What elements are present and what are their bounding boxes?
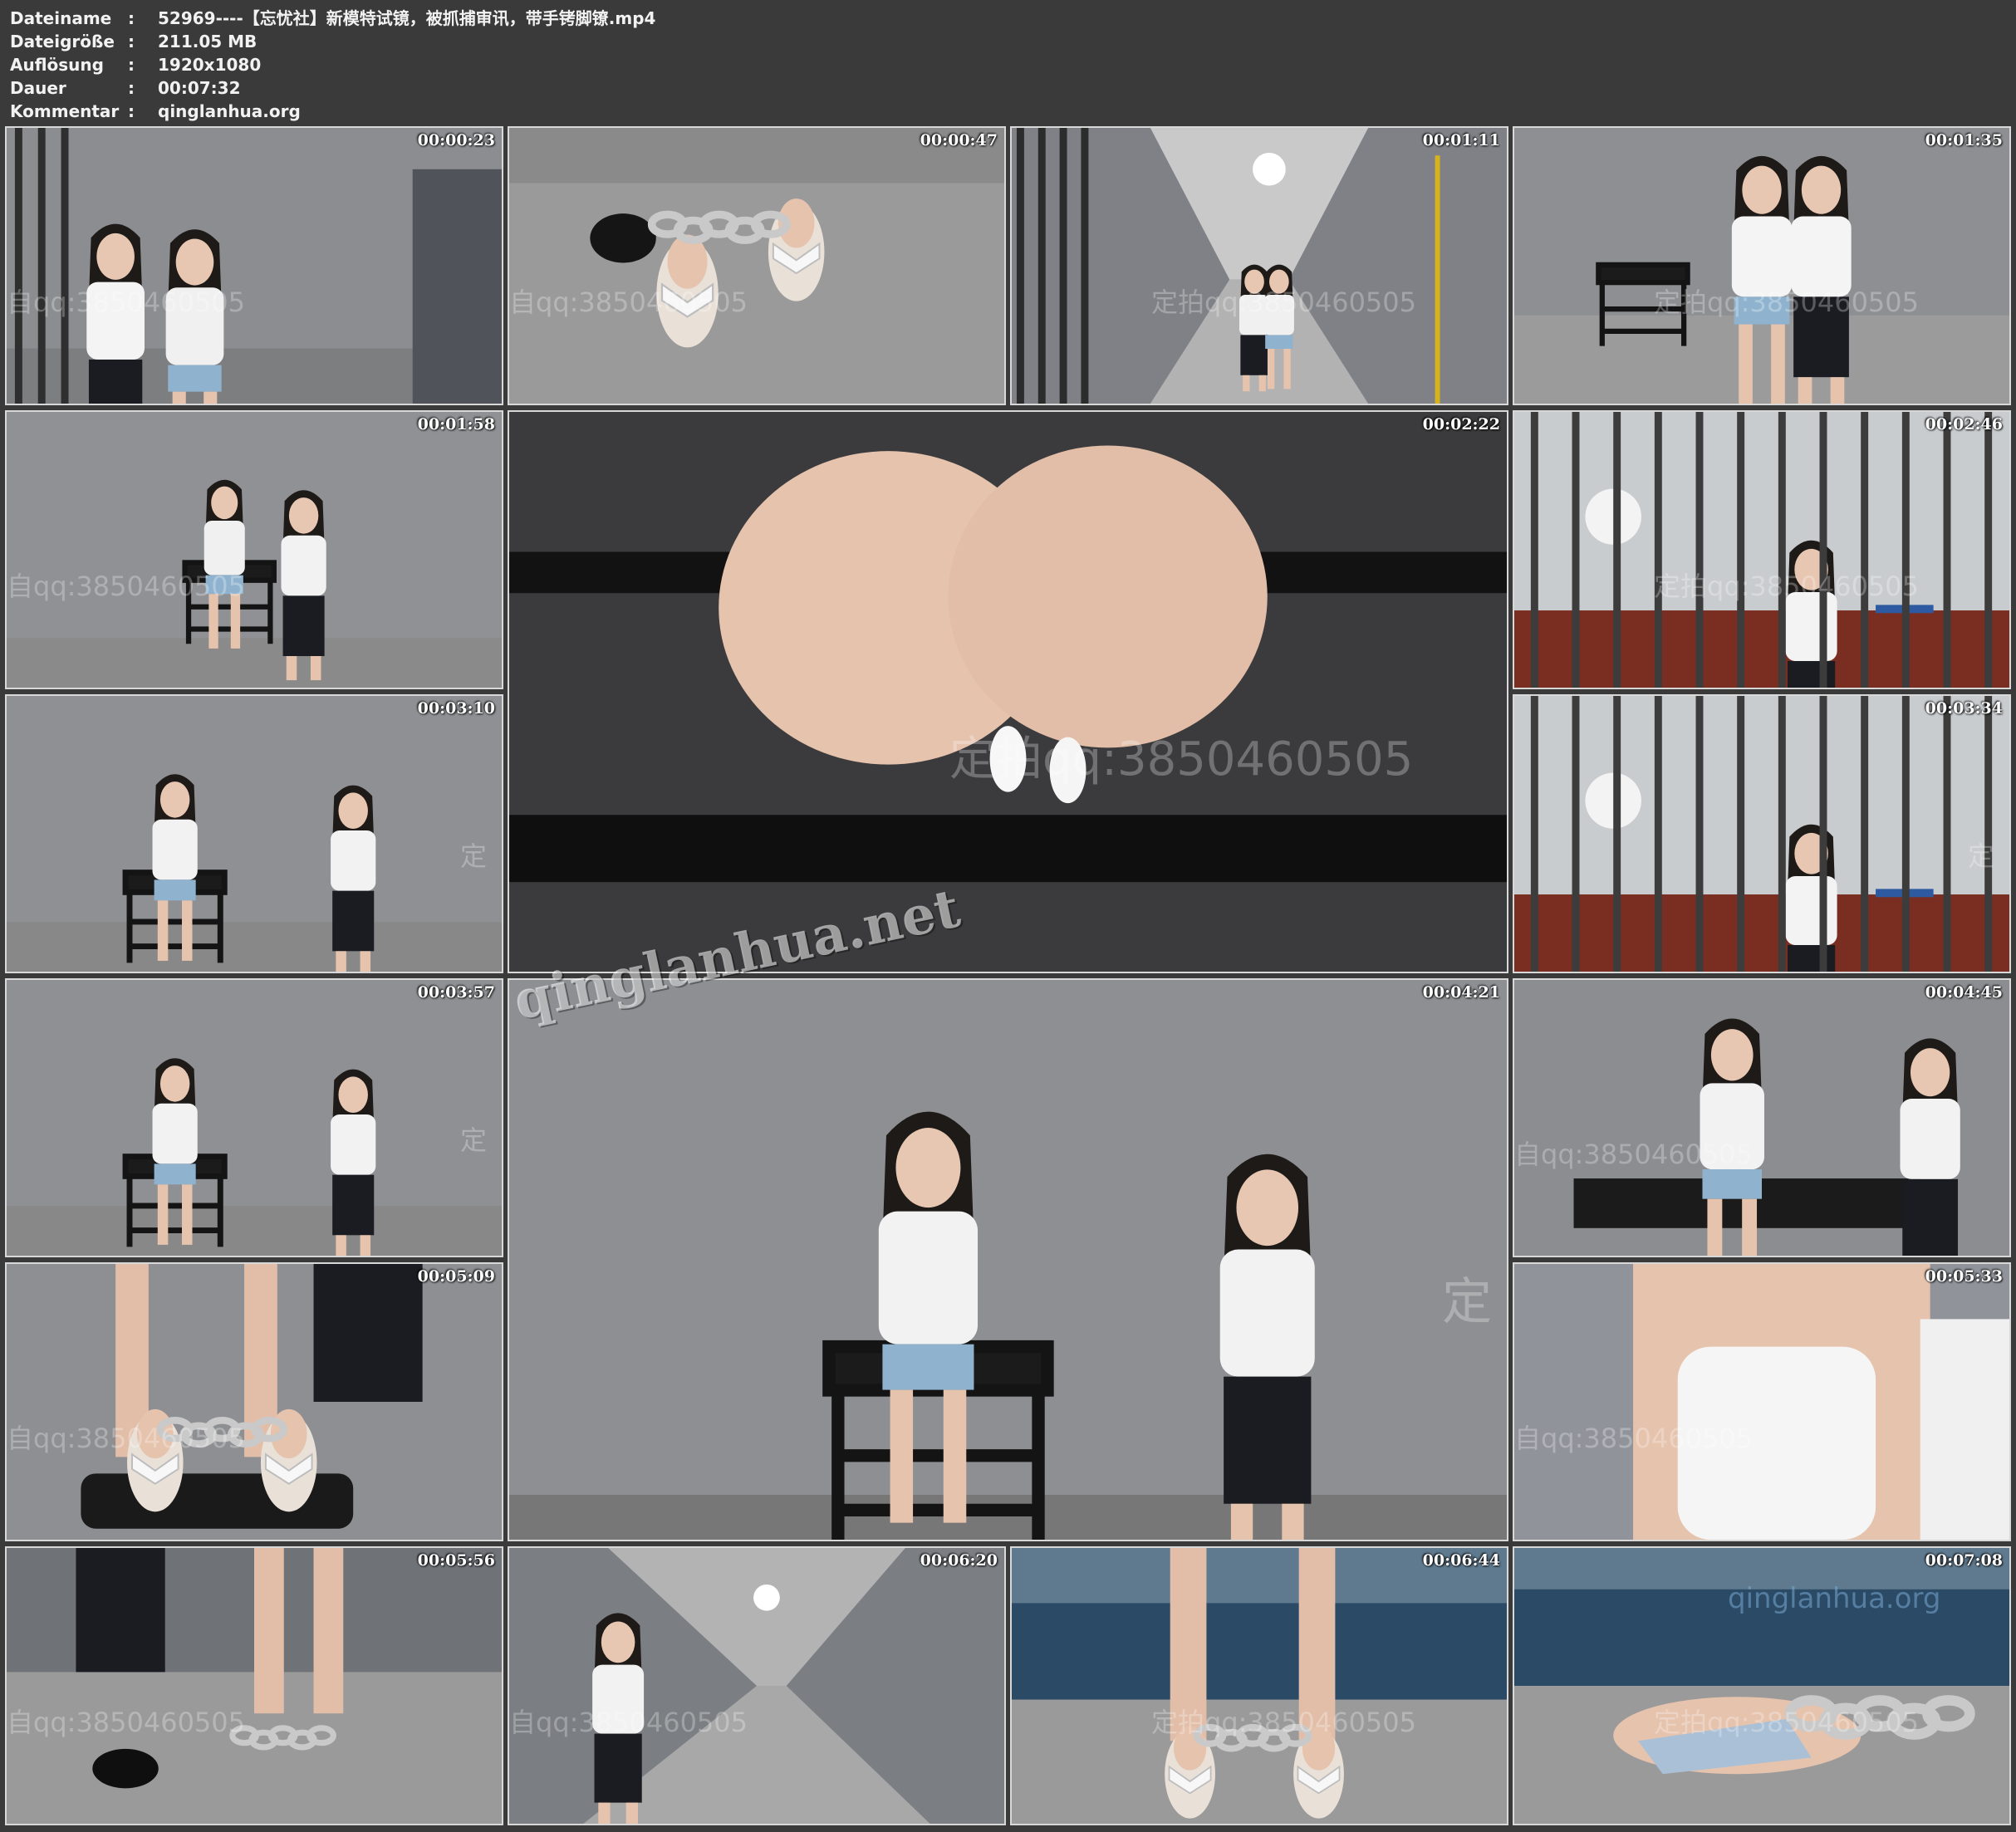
meta-row-resolution: Auflösung: 1920x1080 <box>10 53 261 76</box>
thumbnail-timestamp: 00:02:46 <box>1925 415 2003 434</box>
thumbnail-scene-image <box>1514 412 2009 688</box>
thumbnail-scene-image <box>7 980 502 1256</box>
thumbnail-watermark: 定 <box>1967 840 1994 872</box>
meta-label: Dateiname <box>10 8 112 28</box>
thumbnail-timestamp: 00:04:21 <box>1422 983 1500 1002</box>
thumbnail-frame: 定 00:04:21 <box>508 978 1508 1541</box>
thumbnail-watermark: 定拍qq:3850460505 <box>1151 1707 1417 1738</box>
thumbnail-watermark: 自qq:3850460505 <box>7 1707 246 1738</box>
thumbnail-timestamp: 00:03:10 <box>417 699 495 718</box>
thumbnail-scene-image <box>7 1548 502 1824</box>
meta-row-comment: Kommentar: qinglanhua.org <box>10 100 301 123</box>
meta-colon: : <box>128 8 135 28</box>
thumbnail-grid: 自qq:3850460505 00:00:23 自qq:3850460505 00:… <box>0 125 2016 1832</box>
thumbnail-scene-image <box>1514 1264 2009 1540</box>
thumbnail-frame: 定拍qq:3850460505 00:06:44 <box>1010 1546 1508 1825</box>
thumbnail-watermark: 自qq:3850460505 <box>509 1707 748 1738</box>
thumbnail-scene-image <box>509 1548 1004 1824</box>
thumbnail-frame: 自qq:3850460505 00:04:45 <box>1513 978 2011 1257</box>
metadata-header: Dateiname: 52969----【忘忧社】新模特试镜，被抓捕审讯，带手铐脚… <box>0 0 2016 125</box>
thumbnail-watermark: 自qq:3850460505 <box>1514 1139 1754 1170</box>
meta-row-duration: Dauer: 00:07:32 <box>10 76 241 100</box>
thumbnail-watermark: 定 <box>459 840 487 872</box>
meta-value: 52969----【忘忧社】新模特试镜，被抓捕审讯，带手铐脚镣.mp4 <box>158 8 656 28</box>
thumbnail-watermark: 自qq:3850460505 <box>7 287 246 318</box>
thumbnail-scene-image <box>509 128 1004 404</box>
thumbnail-timestamp: 00:06:44 <box>1422 1551 1500 1570</box>
thumbnail-frame: 定拍qq:3850460505 00:02:46 <box>1513 410 2011 689</box>
meta-colon: : <box>128 32 135 51</box>
thumbnail-timestamp: 00:05:09 <box>417 1267 495 1286</box>
thumbnail-watermark: 定拍qq:3850460505 <box>1151 287 1417 318</box>
thumbnail-scene-image <box>1514 980 2009 1256</box>
thumbnail-timestamp: 00:04:45 <box>1925 983 2003 1002</box>
corner-watermark: qinglanhua.org <box>1728 1582 1941 1615</box>
thumbnail-watermark: 定拍qq:3850460505 <box>1654 571 1920 602</box>
meta-colon: : <box>128 55 135 75</box>
thumbnail-scene-image <box>7 128 502 404</box>
thumbnail-timestamp: 00:07:08 <box>1925 1551 2003 1570</box>
meta-label: Auflösung <box>10 55 104 75</box>
thumbnail-scene-image <box>509 412 1507 972</box>
thumbnail-frame: 自qq:3850460505 00:00:23 <box>5 126 503 405</box>
thumbnail-frame: 自qq:3850460505 00:05:33 <box>1513 1262 2011 1541</box>
thumbnail-frame: 定 00:03:34 <box>1513 694 2011 973</box>
meta-colon: : <box>128 101 135 121</box>
thumbnail-scene-image <box>7 696 502 972</box>
thumbnail-frame: 定拍qq:3850460505 00:01:11 <box>1010 126 1508 405</box>
thumbnail-frame: 定拍qq:3850460505 00:01:35 <box>1513 126 2011 405</box>
thumbnail-watermark: 定拍qq:3850460505 <box>949 732 1414 786</box>
thumbnail-watermark: 定 <box>459 1124 487 1156</box>
meta-label: Dateigröße <box>10 32 115 51</box>
thumbnail-frame: 自qq:3850460505 00:00:47 <box>508 126 1006 405</box>
thumbnail-frame: 自qq:3850460505 00:01:58 <box>5 410 503 689</box>
meta-colon: : <box>128 78 135 98</box>
meta-value: 211.05 MB <box>158 32 258 51</box>
thumbnail-watermark: 自qq:3850460505 <box>7 1423 246 1454</box>
thumbnail-scene-image <box>7 412 502 688</box>
meta-row-filesize: Dateigröße: 211.05 MB <box>10 30 257 53</box>
thumbnail-timestamp: 00:06:20 <box>920 1551 998 1570</box>
meta-label: Dauer <box>10 78 66 98</box>
thumbnail-timestamp: 00:01:35 <box>1925 131 2003 149</box>
thumbnail-scene-image <box>509 980 1507 1540</box>
thumbnail-timestamp: 00:00:47 <box>920 131 998 149</box>
thumbnail-timestamp: 00:01:58 <box>417 415 495 434</box>
thumbnail-scene-image <box>1514 696 2009 972</box>
thumbnail-watermark: 自qq:3850460505 <box>509 287 748 318</box>
thumbnail-scene-image <box>1012 128 1507 404</box>
thumbnail-frame: 自qq:3850460505 00:05:09 <box>5 1262 503 1541</box>
thumbnail-watermark: 定拍qq:3850460505 <box>1654 287 1920 318</box>
thumbnail-scene-image <box>1514 128 2009 404</box>
thumbnail-timestamp: 00:03:34 <box>1925 699 2003 718</box>
thumbnail-frame: 自qq:3850460505 00:06:20 <box>508 1546 1006 1825</box>
thumbnail-timestamp: 00:03:57 <box>417 983 495 1002</box>
thumbnail-frame: 定拍qq:3850460505 00:02:22 <box>508 410 1508 973</box>
thumbnail-watermark: 自qq:3850460505 <box>1514 1423 1754 1454</box>
thumbnail-frame: 自qq:3850460505 00:05:56 <box>5 1546 503 1825</box>
thumbnail-timestamp: 00:05:56 <box>417 1551 495 1570</box>
meta-label: Kommentar <box>10 101 120 121</box>
meta-value: 00:07:32 <box>158 78 241 98</box>
thumbnail-timestamp: 00:01:11 <box>1422 131 1500 149</box>
thumbnail-frame: 定 00:03:10 <box>5 694 503 973</box>
thumbnail-scene-image <box>1012 1548 1507 1824</box>
thumbnail-timestamp: 00:05:33 <box>1925 1267 2003 1286</box>
thumbnail-timestamp: 00:00:23 <box>417 131 495 149</box>
meta-value: 1920x1080 <box>158 55 262 75</box>
thumbnail-watermark: 自qq:3850460505 <box>7 571 246 602</box>
thumbnail-watermark: 定拍qq:3850460505 <box>1654 1707 1920 1738</box>
meta-row-filename: Dateiname: 52969----【忘忧社】新模特试镜，被抓捕审讯，带手铐脚… <box>10 7 655 30</box>
thumbnail-watermark: 定 <box>1442 1273 1492 1331</box>
thumbnail-frame: 定 00:03:57 <box>5 978 503 1257</box>
meta-value: qinglanhua.org <box>158 101 301 121</box>
thumbnail-scene-image <box>7 1264 502 1540</box>
thumbnail-timestamp: 00:02:22 <box>1422 415 1500 434</box>
